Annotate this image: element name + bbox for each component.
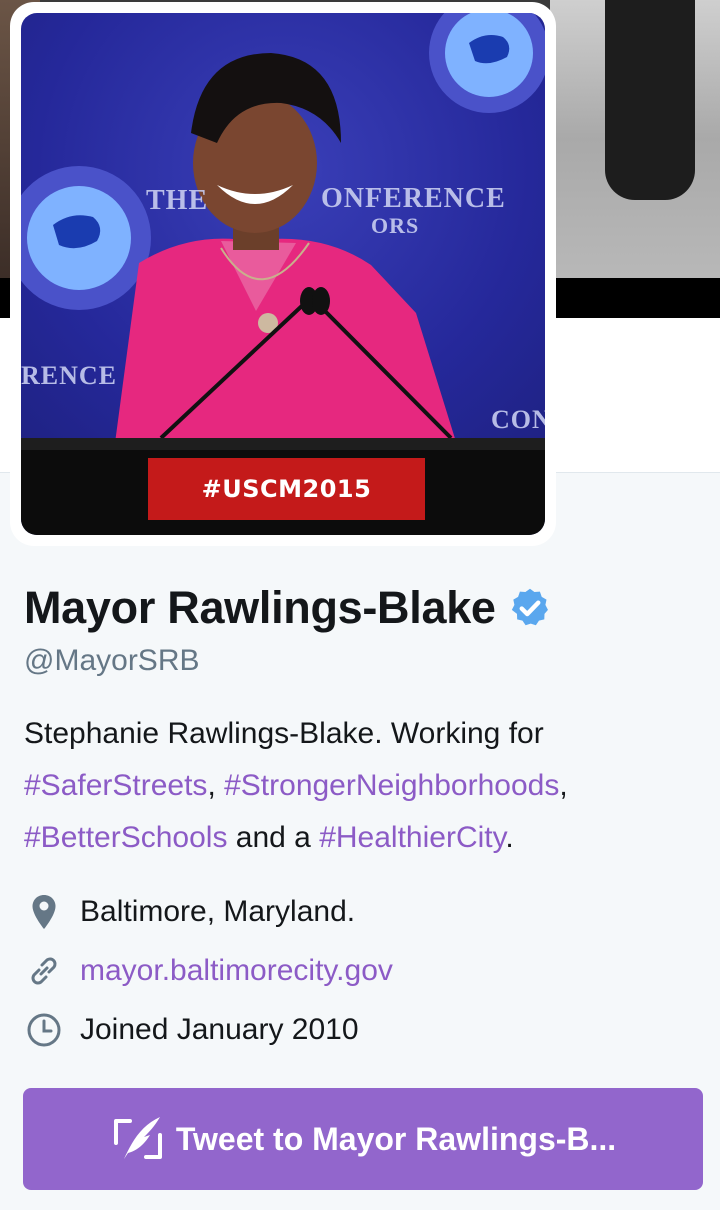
calendar-clock-icon [24, 1010, 64, 1050]
backdrop-text: ORS [371, 213, 420, 238]
profile-name-row: Mayor Rawlings-Blake [24, 582, 552, 634]
backdrop-text: THE [146, 185, 209, 216]
profile-handle[interactable]: @MayorSRB [24, 644, 200, 678]
verified-badge-icon [511, 588, 548, 626]
bio-text: , [559, 769, 568, 802]
hashtag-link[interactable]: #BetterSchools [24, 821, 227, 854]
hashtag-link[interactable]: #SaferStreets [24, 769, 207, 802]
avatar-photo: THE ONFERENCE ORS RENCE CONF #USCM2015 [21, 13, 545, 535]
profile-location: Baltimore, Maryland. [24, 892, 355, 932]
tweet-to-label: Tweet to Mayor Rawlings-B... [175, 1120, 617, 1157]
profile-name[interactable]: Mayor Rawlings-Blake [24, 582, 496, 634]
bio-text: . [505, 821, 514, 854]
bio-text: Stephanie Rawlings-Blake. Working for [24, 717, 544, 750]
compose-tweet-icon [113, 1117, 162, 1159]
backdrop-text: CONF [491, 405, 545, 434]
banner-figure [605, 0, 695, 200]
link-icon [24, 951, 64, 991]
backdrop-text: ONFERENCE [321, 183, 506, 214]
profile-bio: Stephanie Rawlings-Blake. Working for #S… [24, 708, 704, 864]
tweet-to-button[interactable]: Tweet to Mayor Rawlings-B... [23, 1088, 703, 1190]
hashtag-link[interactable]: #StrongerNeighborhoods [224, 769, 559, 802]
avatar-scene [21, 13, 545, 535]
website-link[interactable]: mayor.baltimorecity.gov [80, 954, 393, 988]
location-pin-icon [24, 892, 64, 932]
bio-text: , [207, 769, 225, 802]
location-text: Baltimore, Maryland. [80, 895, 356, 928]
profile-avatar[interactable]: THE ONFERENCE ORS RENCE CONF #USCM2015 [10, 2, 556, 546]
backdrop-text: RENCE [21, 361, 118, 390]
podium-sign: #USCM2015 [148, 458, 425, 520]
profile-joined: Joined January 2010 [24, 1010, 359, 1050]
hashtag-link[interactable]: #HealthierCity [319, 821, 505, 854]
joined-text: Joined January 2010 [80, 1013, 359, 1046]
bio-text: and a [227, 821, 320, 854]
profile-website: mayor.baltimorecity.gov [24, 951, 393, 991]
